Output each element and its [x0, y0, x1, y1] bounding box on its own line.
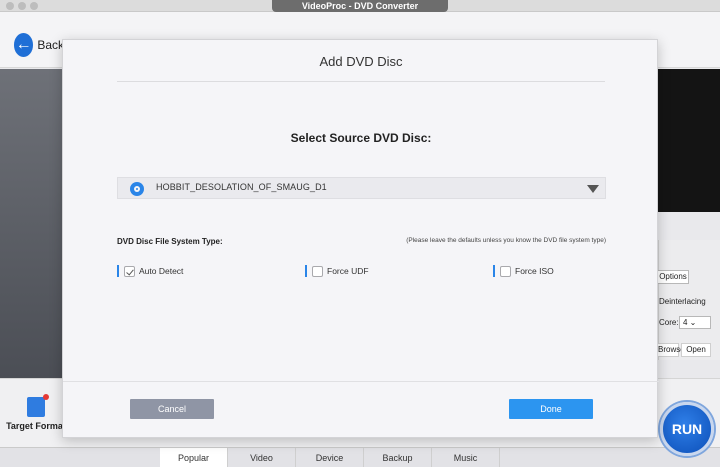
target-format-button[interactable]: Target Format: [6, 394, 66, 431]
preview-area: [658, 69, 720, 212]
tab-backup[interactable]: Backup: [364, 448, 432, 467]
core-select[interactable]: 4 ⌄: [679, 316, 711, 329]
options-button[interactable]: Options: [657, 270, 689, 284]
title-bar: VideoProc - DVD Converter: [0, 0, 720, 12]
option-marker: [117, 265, 119, 277]
option-auto-detect[interactable]: Auto Detect: [117, 264, 183, 278]
close-window-icon[interactable]: [6, 2, 14, 10]
dialog-divider: [117, 81, 605, 82]
dialog-title: Add DVD Disc: [319, 54, 403, 69]
add-dvd-dialog: Add DVD Disc Select Source DVD Disc: HOB…: [62, 39, 659, 438]
tab-device[interactable]: Device: [296, 448, 364, 467]
notification-dot: [43, 394, 49, 400]
back-arrow-icon: ←: [14, 33, 34, 57]
open-button[interactable]: Open: [681, 343, 711, 357]
auto-detect-checkbox[interactable]: [124, 265, 135, 277]
back-button[interactable]: ← Back: [14, 33, 64, 57]
format-tabs: Popular Video Device Backup Music: [0, 447, 720, 467]
left-panel: [0, 69, 62, 379]
filesystem-type-label: DVD Disc File System Type:: [117, 237, 223, 246]
deinterlacing-label: Deinterlacing: [659, 297, 706, 306]
target-format-label: Target Format: [6, 421, 66, 431]
window-title: VideoProc - DVD Converter: [272, 0, 448, 12]
option-force-iso[interactable]: Force ISO: [493, 264, 554, 278]
run-button[interactable]: RUN: [660, 402, 714, 456]
target-format-icon: [27, 394, 49, 417]
force-iso-label: Force ISO: [515, 266, 554, 276]
footer-divider: [63, 381, 659, 382]
tab-popular[interactable]: Popular: [160, 448, 228, 467]
browse-button[interactable]: Browse: [657, 343, 685, 357]
selected-disc-value: HOBBIT_DESOLATION_OF_SMAUG_D1: [156, 182, 327, 192]
zoom-window-icon[interactable]: [30, 2, 38, 10]
dropdown-arrow-icon[interactable]: [587, 185, 599, 193]
force-udf-checkbox[interactable]: [312, 265, 323, 277]
disc-icon: [130, 182, 144, 196]
force-iso-checkbox[interactable]: [500, 265, 511, 277]
core-label: Core:: [659, 318, 679, 327]
disc-source-select[interactable]: HOBBIT_DESOLATION_OF_SMAUG_D1: [117, 177, 606, 199]
cancel-button[interactable]: Cancel: [130, 399, 214, 419]
core-value: 4: [683, 318, 688, 327]
option-force-udf[interactable]: Force UDF: [305, 264, 369, 278]
filesystem-note: (Please leave the defaults unless you kn…: [406, 237, 606, 244]
force-udf-label: Force UDF: [327, 266, 369, 276]
option-marker: [305, 265, 307, 277]
back-label: Back: [37, 38, 64, 52]
source-heading: Select Source DVD Disc:: [290, 131, 432, 145]
settings-panel: Options Deinterlacing Core: 4 ⌄ Browse O…: [657, 240, 720, 360]
auto-detect-label: Auto Detect: [139, 266, 184, 276]
minimize-window-icon[interactable]: [18, 2, 26, 10]
tab-video[interactable]: Video: [228, 448, 296, 467]
option-marker: [493, 265, 495, 277]
done-button[interactable]: Done: [509, 399, 593, 419]
tab-music[interactable]: Music: [432, 448, 500, 467]
